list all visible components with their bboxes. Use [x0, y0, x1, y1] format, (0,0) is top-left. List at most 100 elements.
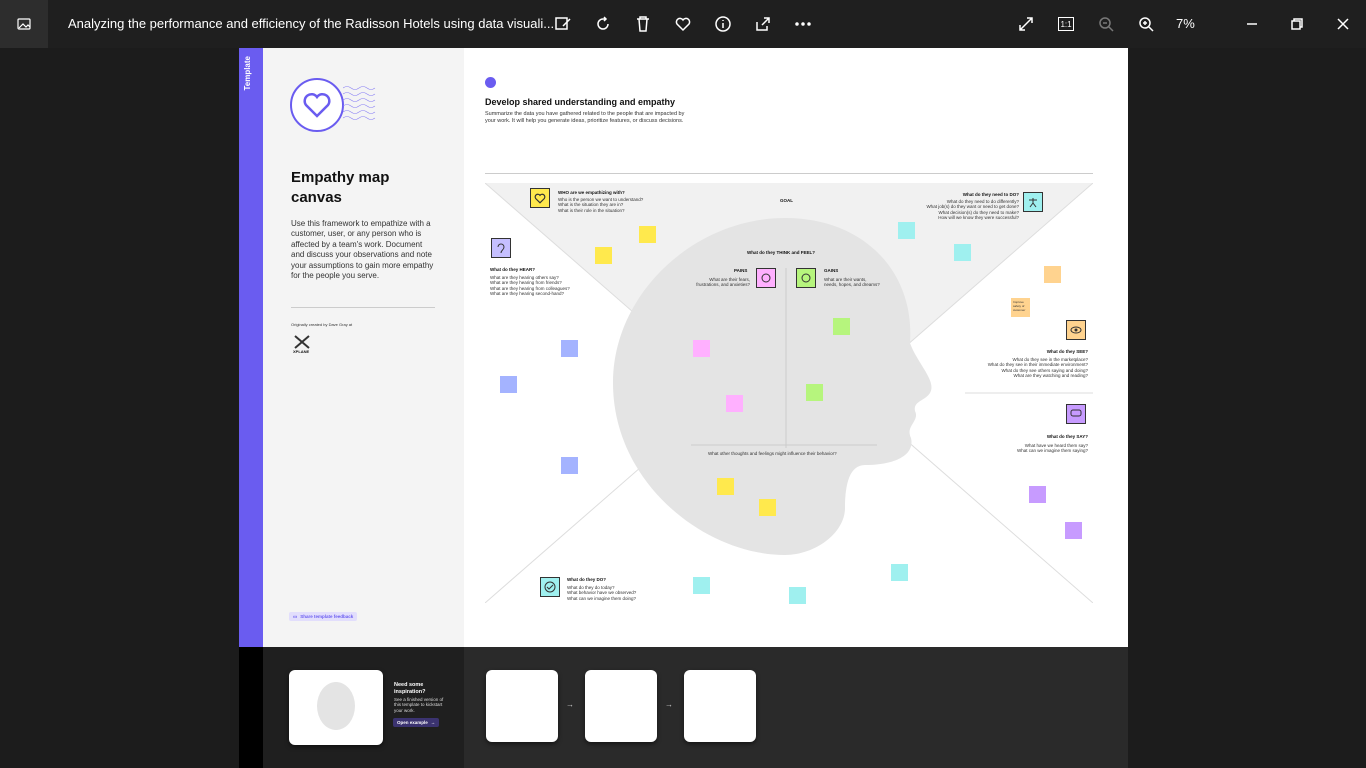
edit-image-icon[interactable]	[551, 12, 575, 36]
zoom-in-icon[interactable]	[1134, 12, 1158, 36]
strip-end	[239, 647, 263, 768]
template-strip-label: Template	[243, 56, 252, 91]
hear-line: What are they hearing from friends?	[490, 280, 562, 286]
sticky-note[interactable]	[693, 577, 710, 594]
sticky-note[interactable]	[726, 395, 743, 412]
inspiration-section: Need some inspiration? See a finished ve…	[239, 647, 464, 768]
sticky-note[interactable]	[898, 222, 915, 239]
goal-label: GOAL	[780, 198, 793, 203]
main-subheading: Summarize the data you have gathered rel…	[485, 111, 685, 124]
hear-line: What are they hearing second-hand?	[490, 291, 565, 297]
arrow-right-icon: →	[430, 720, 436, 725]
pains-lines: What are their fears, frustrations, and …	[680, 277, 750, 288]
actual-size-label: 1:1	[1058, 17, 1074, 31]
inspiration-title: Need some inspiration?	[394, 682, 426, 695]
do-line: What can we imagine them doing?	[567, 595, 637, 601]
share-feedback-button[interactable]: ▭ Share template feedback	[289, 612, 358, 621]
inspiration-text: See a finished version of this template …	[394, 697, 444, 713]
need-line: How will we know they were successful?	[938, 215, 1019, 221]
more-icon[interactable]	[791, 12, 815, 36]
sticky-note[interactable]	[833, 318, 850, 335]
sticky-note[interactable]	[1044, 266, 1061, 283]
feedback-icon: ▭	[293, 613, 298, 619]
favorite-icon[interactable]	[671, 12, 695, 36]
sticky-note[interactable]	[500, 376, 517, 393]
need-figure-icon	[1023, 192, 1043, 212]
open-example-button[interactable]: Open example →	[393, 718, 440, 727]
template-strip: Template	[239, 48, 263, 647]
zoom-out-icon[interactable]	[1094, 12, 1118, 36]
delete-icon[interactable]	[631, 12, 655, 36]
see-title: What do they SEE?	[1046, 349, 1088, 354]
wave-decoration-icon	[343, 86, 376, 120]
do-title: What do they DO?	[567, 577, 606, 582]
step-thumbnail-2[interactable]	[585, 670, 657, 742]
divider	[485, 173, 1093, 174]
sticky-note[interactable]	[954, 244, 971, 261]
eye-icon	[1066, 320, 1086, 340]
sticky-note-improve-safety[interactable]: Improve safety of customer	[1011, 298, 1030, 317]
pains-icon	[756, 268, 776, 288]
steps-section: → →	[464, 647, 1128, 768]
restore-icon[interactable]	[1285, 12, 1309, 36]
sticky-note[interactable]	[561, 457, 578, 474]
arrow-right-icon: →	[665, 700, 673, 709]
actual-size-icon[interactable]: 1:1	[1054, 12, 1078, 36]
rotate-icon[interactable]	[591, 12, 615, 36]
step-dot-icon	[485, 77, 496, 88]
heart-icon	[290, 78, 344, 132]
image-canvas[interactable]: Template Empathy map canvas Use this fra…	[239, 48, 1128, 768]
open-example-label: Open example	[397, 720, 428, 725]
share-icon[interactable]	[751, 12, 775, 36]
sticky-note[interactable]	[759, 499, 776, 516]
sticky-note[interactable]	[1065, 522, 1082, 539]
hear-title: What do they HEAR?	[490, 267, 535, 272]
divider	[291, 307, 435, 308]
hear-lines: What are they hearing others say? What a…	[490, 275, 570, 297]
template-description: Use this framework to empathize with a c…	[291, 219, 434, 280]
step-thumbnail-3[interactable]	[684, 670, 756, 742]
minimize-icon[interactable]	[1240, 12, 1264, 36]
sticky-note[interactable]	[806, 384, 823, 401]
sticky-note[interactable]	[561, 340, 578, 357]
info-icon[interactable]	[711, 12, 735, 36]
see-lines: What do they see in the marketplace? Wha…	[944, 357, 1088, 379]
main-heading: Develop shared understanding and empathy	[485, 97, 676, 107]
sticky-note[interactable]	[717, 478, 734, 495]
arrow-right-icon: →	[566, 700, 574, 709]
thumb-head	[317, 682, 355, 730]
sticky-note[interactable]	[693, 340, 710, 357]
sticky-note[interactable]	[789, 587, 806, 604]
think-title: What do they THINK and FEEL?	[747, 250, 815, 255]
gains-title: GAINS	[824, 268, 839, 273]
say-line: What can we imagine them saying?	[1016, 448, 1088, 454]
expand-icon[interactable]	[1014, 12, 1038, 36]
close-icon[interactable]	[1331, 12, 1355, 36]
step-thumbnail-1[interactable]	[486, 670, 558, 742]
xplane-brand: XPLANE	[293, 349, 310, 354]
do-line: What behavior have we observed?	[567, 590, 637, 596]
pains-line: frustrations, and anxieties?	[696, 282, 750, 288]
who-line: What is their role in the situation?	[558, 207, 625, 213]
template-title: Empathy map canvas	[291, 169, 390, 206]
title-bar: Analyzing the performance and efficiency…	[0, 0, 1366, 48]
empathy-map-panel: Develop shared understanding and empathy…	[464, 48, 1128, 647]
zoom-level[interactable]: 7%	[1176, 16, 1195, 31]
window-title: Analyzing the performance and efficiency…	[68, 16, 555, 31]
sticky-note[interactable]	[891, 564, 908, 581]
feedback-label: Share template feedback	[300, 614, 354, 619]
pains-title: PAINS	[734, 268, 748, 273]
photos-app-icon[interactable]	[0, 0, 48, 48]
sticky-note[interactable]	[595, 247, 612, 264]
credit-text: Originally created by Dave Gray at	[291, 322, 353, 327]
do-lines: What do they do today? What behavior hav…	[567, 585, 636, 601]
empathy-map-diagram	[485, 183, 1093, 603]
who-heart-icon	[530, 188, 550, 208]
checkmark-icon	[540, 577, 560, 597]
see-line: What are they watching and reading?	[1013, 373, 1088, 379]
example-thumbnail[interactable]	[289, 670, 383, 745]
sticky-note[interactable]	[639, 226, 656, 243]
sticky-note[interactable]	[1029, 486, 1046, 503]
who-title: WHO are we empathizing with?	[558, 190, 625, 195]
need-title: What do they need to DO?	[962, 192, 1019, 197]
